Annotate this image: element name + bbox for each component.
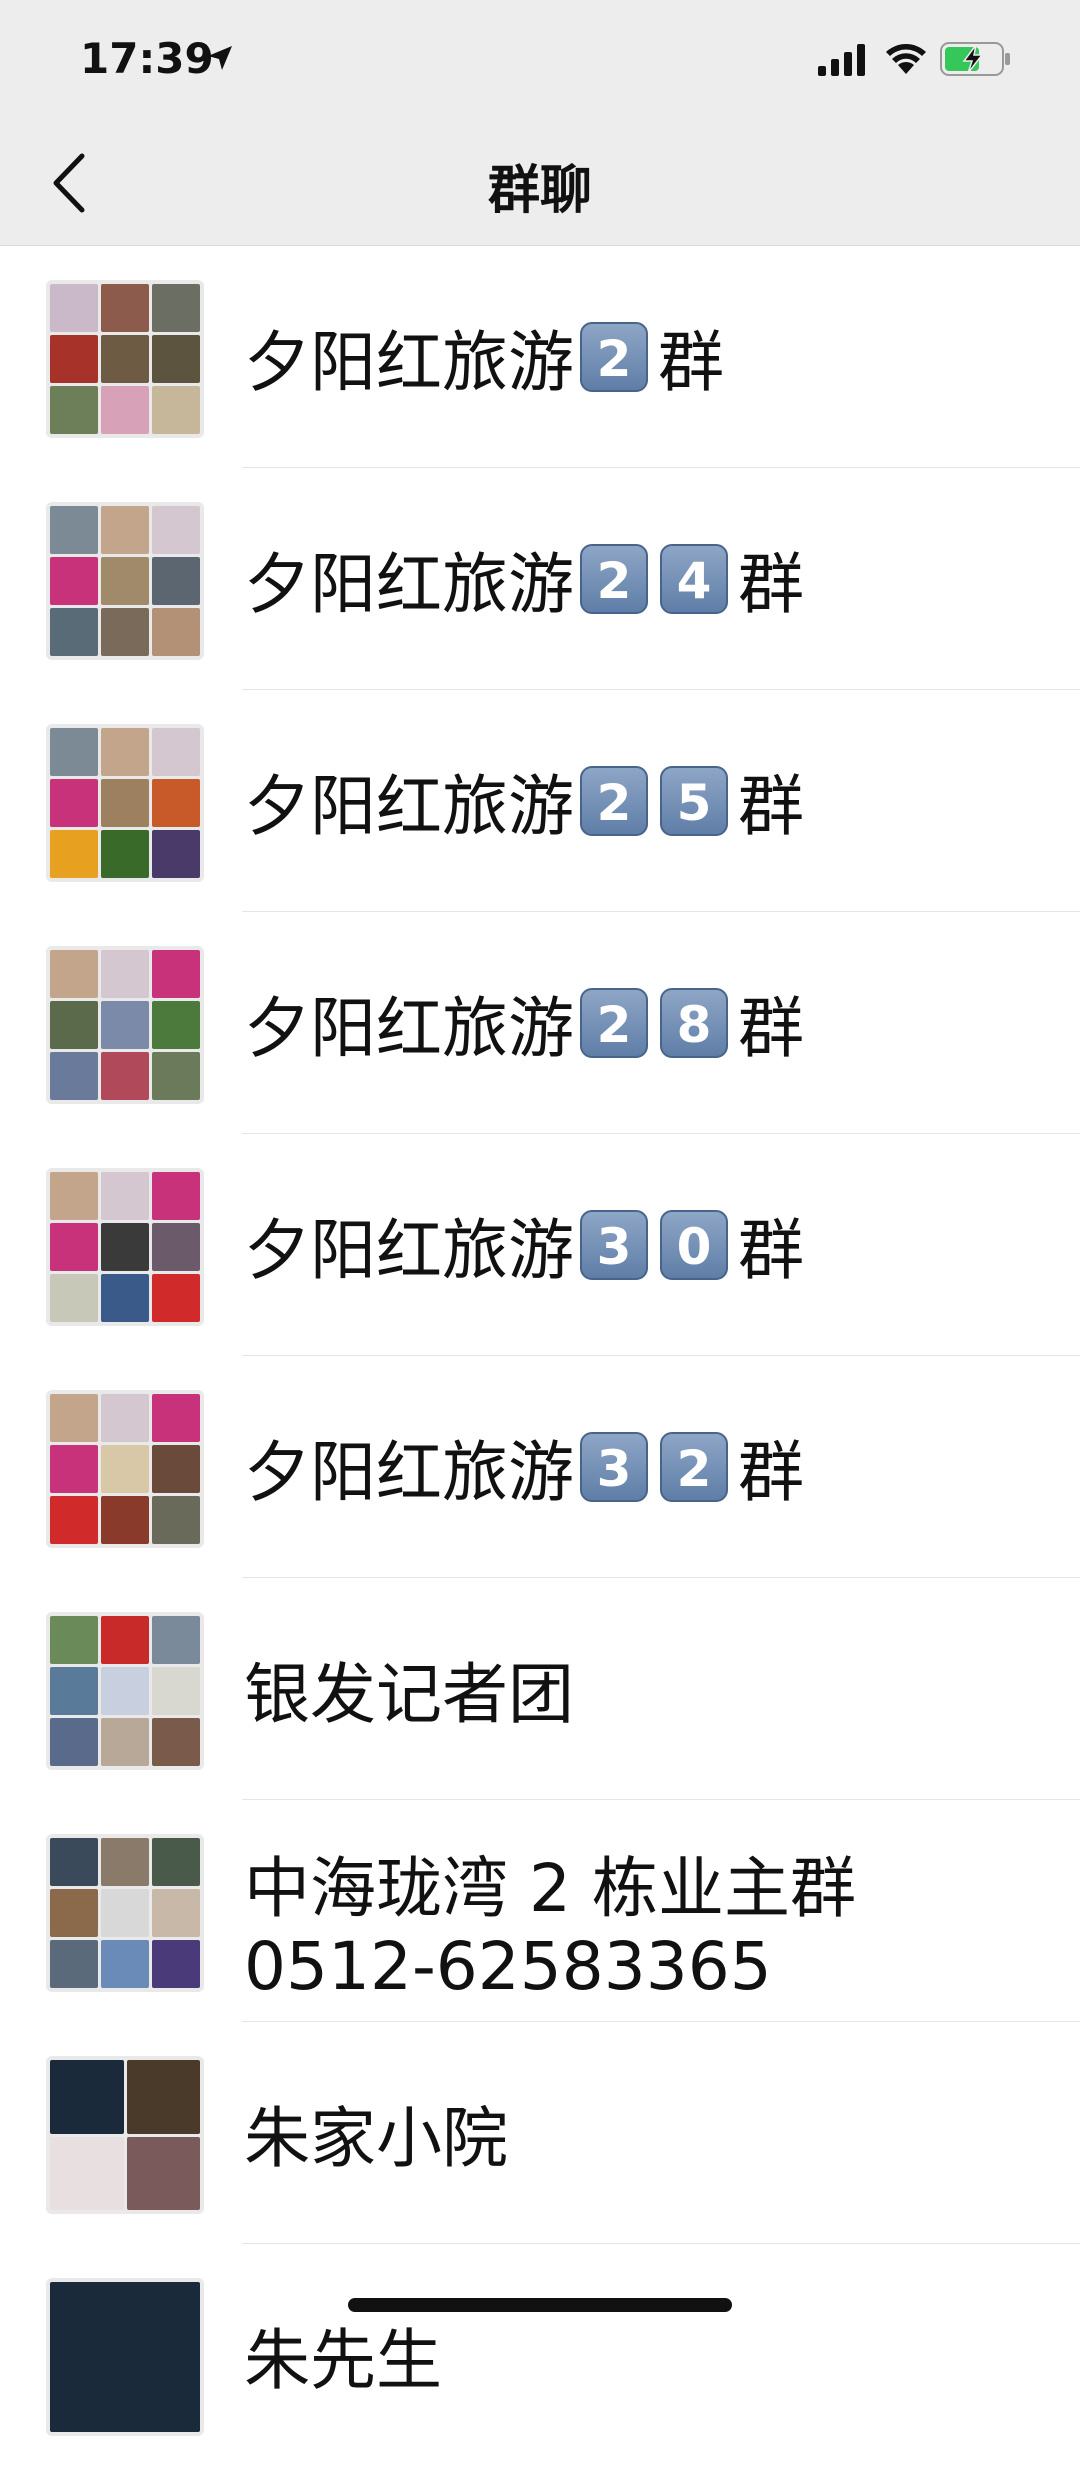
keycap-digit: 2 [580,322,648,392]
group-avatar [46,1390,204,1548]
group-name: 夕阳红旅游 30 群 [244,1210,804,1289]
status-bar: 17:39 [0,0,1080,120]
keycap-digit: 8 [660,988,728,1058]
group-name: 银发记者团 [244,1656,574,1733]
group-row[interactable]: 夕阳红旅游 24 群 [0,468,1080,690]
group-avatar [46,502,204,660]
keycap-digit: 2 [580,544,648,614]
group-avatar [46,1612,204,1770]
group-row[interactable]: 夕阳红旅游 30 群 [0,1134,1080,1356]
group-name: 夕阳红旅游 32 群 [244,1432,804,1511]
group-name: 夕阳红旅游 24 群 [244,544,804,623]
page-title: 群聊 [487,161,592,221]
group-row[interactable]: 夕阳红旅游 25 群 [0,690,1080,912]
group-row[interactable]: 夕阳红旅游 32 群 [0,1356,1080,1578]
keycap-digit: 3 [580,1210,648,1280]
group-row[interactable]: 朱家小院 [0,2022,1080,2244]
cellular-signal-icon [818,44,865,76]
group-chat-list: 夕阳红旅游 2 群 夕阳红旅游 24 群 夕阳红旅游 25 群 夕阳红旅游 2 … [0,246,1080,2466]
keycap-digit: 2 [580,988,648,1058]
group-name: 中海珑湾 2 栋业主群 0512-62583365 [244,1850,856,2005]
group-name: 夕阳红旅游 2 群 [244,322,724,401]
group-row[interactable]: 朱先生 [0,2244,1080,2466]
group-avatar [46,1834,204,1992]
keycap-digit: 2 [580,766,648,836]
group-name: 夕阳红旅游 28 群 [244,988,804,1067]
keycap-digit: 3 [580,1432,648,1502]
group-avatar [46,2278,204,2436]
wifi-icon [886,44,926,74]
location-arrow-icon [208,46,232,70]
keycap-digit: 5 [660,766,728,836]
group-avatar [46,2056,204,2214]
group-avatar [46,946,204,1104]
home-indicator[interactable] [348,2298,732,2312]
group-row[interactable]: 中海珑湾 2 栋业主群 0512-62583365 [0,1800,1080,2022]
keycap-digit: 4 [660,544,728,614]
keycap-digit: 2 [660,1432,728,1502]
group-avatar [46,1168,204,1326]
group-row[interactable]: 夕阳红旅游 2 群 [0,246,1080,468]
keycap-digit: 0 [660,1210,728,1280]
group-row[interactable]: 银发记者团 [0,1578,1080,1800]
group-name: 朱家小院 [244,2100,508,2177]
navigation-bar: 群聊 [0,120,1080,246]
group-name: 朱先生 [244,2322,442,2399]
status-time: 17:39 [80,34,214,83]
group-avatar [46,280,204,438]
battery-charging-icon [940,42,1010,76]
group-name: 夕阳红旅游 25 群 [244,766,804,845]
group-row[interactable]: 夕阳红旅游 28 群 [0,912,1080,1134]
group-avatar [46,724,204,882]
